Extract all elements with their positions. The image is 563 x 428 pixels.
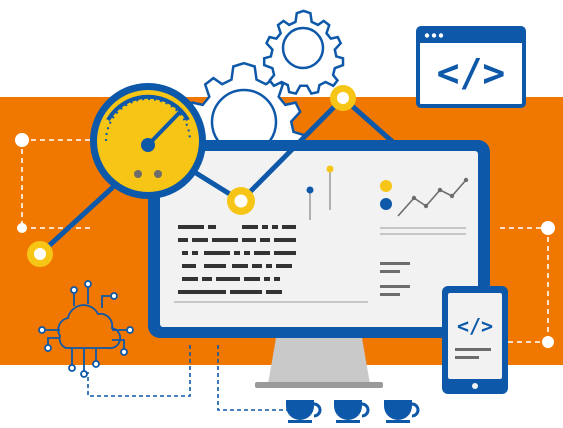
gauge-icon bbox=[90, 83, 206, 199]
cup-icon bbox=[286, 400, 322, 423]
code-window-icon: </> bbox=[416, 26, 526, 108]
tech-illustration: </> </> bbox=[0, 9, 563, 423]
tablet-code-symbol: </> bbox=[457, 314, 493, 338]
monitor-icon bbox=[148, 140, 490, 338]
cups bbox=[286, 400, 420, 423]
cup-icon bbox=[384, 400, 420, 423]
cup-icon bbox=[334, 400, 370, 423]
tablet-icon: </> bbox=[442, 286, 508, 394]
code-window-symbol: </> bbox=[437, 51, 506, 95]
